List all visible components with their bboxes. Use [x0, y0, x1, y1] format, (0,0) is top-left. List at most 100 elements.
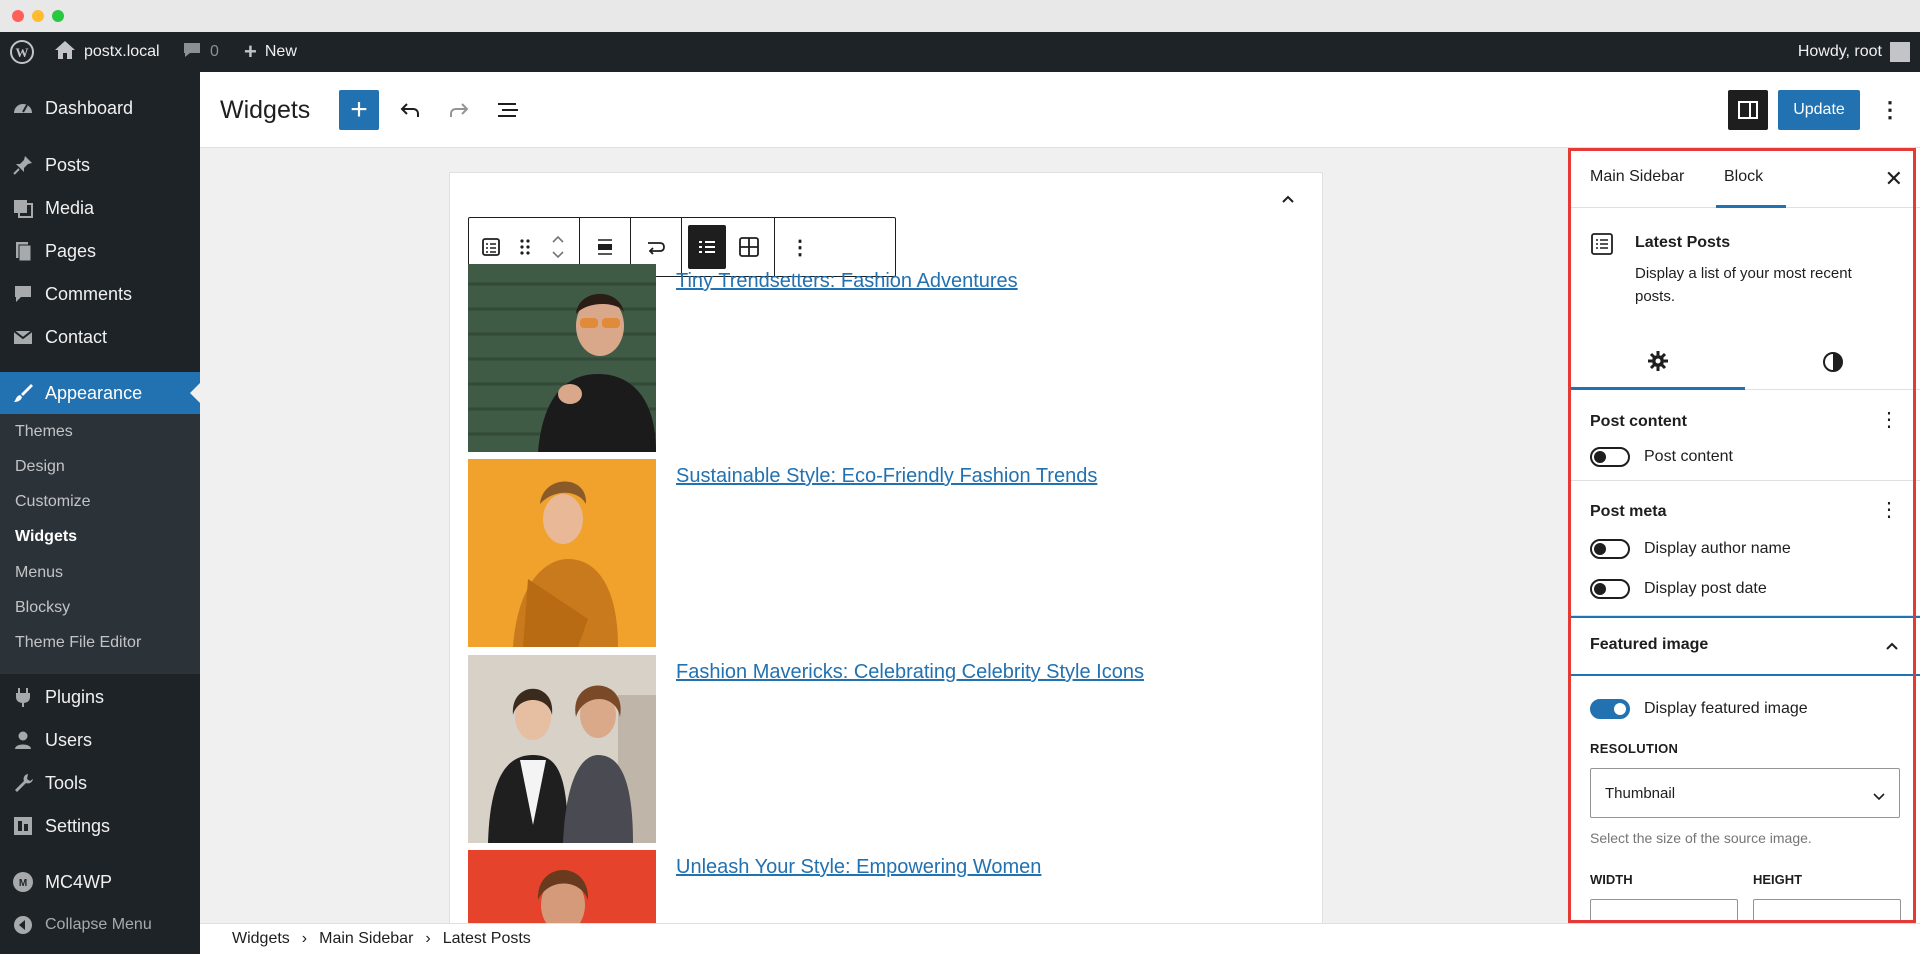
collapse-widget-area-button[interactable] [1278, 189, 1298, 209]
mail-icon [12, 326, 34, 348]
kebab-icon[interactable]: ⋮ [1879, 497, 1899, 522]
align-button[interactable] [586, 225, 624, 269]
settings-icon [12, 815, 34, 837]
settings-subtab[interactable] [1570, 334, 1745, 390]
contrast-icon [1822, 352, 1843, 372]
resolution-select[interactable]: Thumbnail [1590, 768, 1900, 818]
height-input[interactable] [1753, 899, 1901, 923]
sidebar-item-label: Plugins [45, 686, 105, 707]
comment-icon [182, 41, 202, 64]
list-item: Fashion Mavericks: Celebrating Celebrity… [468, 655, 1168, 843]
undo-icon [400, 103, 419, 117]
sidebar-item-appearance[interactable]: Appearance [0, 372, 200, 414]
sidebar-item-comments[interactable]: Comments [0, 273, 200, 315]
post-link[interactable]: Unleash Your Style: Empowering Women [676, 856, 1041, 879]
grid-view-button[interactable] [730, 225, 768, 269]
add-block-button[interactable]: + [339, 90, 379, 130]
sidebar-item-mc4wp[interactable]: M MC4WP [0, 861, 200, 903]
kebab-icon[interactable]: ⋮ [1879, 407, 1899, 432]
block-name: Latest Posts [1635, 234, 1731, 251]
block-settings-panel: Main Sidebar Block ✕ Latest Posts Displa… [1569, 148, 1920, 923]
sidebar-item-pages[interactable]: Pages [0, 230, 200, 272]
breadcrumb-item-latest-posts[interactable]: Latest Posts [443, 930, 531, 948]
submenu-item-customize[interactable]: Customize [15, 493, 91, 511]
plug-icon [12, 686, 34, 708]
minimize-window-button[interactable] [32, 10, 44, 22]
transform-button[interactable] [637, 225, 675, 269]
settings-toggle-button[interactable] [1728, 90, 1768, 130]
submenu-item-blocksy[interactable]: Blocksy [15, 599, 70, 617]
wordpress-logo-icon[interactable]: W [10, 32, 34, 72]
block-type-button[interactable] [472, 225, 510, 269]
submenu-item-menus[interactable]: Menus [15, 564, 63, 582]
collapse-icon [12, 914, 34, 936]
post-date-toggle[interactable] [1590, 579, 1630, 599]
list-icon [699, 241, 715, 253]
list-view-button[interactable] [688, 225, 726, 269]
site-name-link[interactable]: postx.local [54, 32, 160, 72]
submenu-item-design[interactable]: Design [15, 458, 65, 476]
wrench-icon [12, 772, 34, 794]
account-menu[interactable]: Howdy, root [1798, 32, 1910, 72]
post-content-section: Post content ⋮ Post content [1570, 391, 1920, 481]
gear-icon [1647, 350, 1668, 371]
chevron-down-icon [552, 251, 564, 259]
maximize-window-button[interactable] [52, 10, 64, 22]
admin-sidebar: Dashboard Posts Media Pages Comments Con… [0, 72, 200, 954]
comments-link[interactable]: 0 [182, 32, 219, 72]
sidebar-item-users[interactable]: Users [0, 719, 200, 761]
sidebar-item-label: Contact [45, 326, 108, 347]
new-label: New [264, 43, 297, 60]
post-link[interactable]: Fashion Mavericks: Celebrating Celebrity… [676, 661, 1144, 684]
drag-handle[interactable] [510, 225, 540, 269]
document-overview-button[interactable] [494, 96, 522, 124]
svg-text:W: W [16, 45, 29, 60]
breadcrumb-item-widgets[interactable]: Widgets [232, 930, 290, 948]
redo-button[interactable] [445, 96, 473, 124]
styles-subtab[interactable] [1745, 334, 1920, 390]
sidebar-item-label: Settings [45, 815, 111, 836]
post-thumbnail [468, 264, 656, 452]
pages-icon [12, 240, 34, 262]
close-icon[interactable]: ✕ [1885, 166, 1903, 192]
sidebar-item-label: Media [45, 197, 95, 218]
breadcrumb-item-main-sidebar[interactable]: Main Sidebar [319, 930, 413, 948]
post-link[interactable]: Sustainable Style: Eco-Friendly Fashion … [676, 465, 1097, 488]
sidebar-item-contact[interactable]: Contact [0, 316, 200, 358]
author-name-toggle[interactable] [1590, 539, 1630, 559]
editor-canvas: ⋮ Tiny Trendsetters: Fashion Adventures [200, 148, 1568, 932]
sidebar-item-label: Posts [45, 154, 91, 175]
tab-main-sidebar[interactable]: Main Sidebar [1590, 168, 1684, 186]
latest-posts-icon [482, 238, 500, 256]
update-button[interactable]: Update [1778, 90, 1860, 130]
sidebar-item-tools[interactable]: Tools [0, 762, 200, 804]
block-options-button[interactable]: ⋮ [781, 225, 819, 269]
new-content-link[interactable]: + New [244, 32, 297, 72]
featured-image-header[interactable]: Featured image [1570, 616, 1920, 676]
post-content-toggle[interactable] [1590, 447, 1630, 467]
sidebar-item-dashboard[interactable]: Dashboard [0, 87, 200, 129]
tab-block[interactable]: Block [1724, 168, 1763, 186]
submenu-item-themes[interactable]: Themes [15, 423, 73, 441]
move-up-down-buttons[interactable] [540, 225, 576, 269]
more-options-button[interactable]: ⋮ [1879, 94, 1901, 126]
list-item: Sustainable Style: Eco-Friendly Fashion … [468, 459, 1168, 647]
sidebar-item-label: Appearance [45, 382, 143, 403]
undo-button[interactable] [396, 96, 424, 124]
plus-icon: + [350, 93, 368, 126]
sidebar-item-settings[interactable]: Settings [0, 805, 200, 847]
submenu-item-widgets[interactable]: Widgets [15, 528, 77, 546]
submenu-item-theme-file-editor[interactable]: Theme File Editor [15, 634, 141, 652]
grid-icon [739, 237, 759, 257]
width-input[interactable] [1590, 899, 1738, 923]
post-link[interactable]: Tiny Trendsetters: Fashion Adventures [676, 270, 1018, 293]
page-title: Widgets [220, 96, 311, 124]
sidebar-item-posts[interactable]: Posts [0, 144, 200, 186]
sidebar-item-media[interactable]: Media [0, 187, 200, 229]
collapse-menu-button[interactable]: Collapse Menu [0, 904, 200, 946]
featured-image-toggle[interactable] [1590, 699, 1630, 719]
sidebar-item-plugins[interactable]: Plugins [0, 676, 200, 718]
close-window-button[interactable] [12, 10, 24, 22]
chevron-down-icon [1873, 788, 1885, 806]
toggle-label: Display featured image [1644, 700, 1808, 717]
